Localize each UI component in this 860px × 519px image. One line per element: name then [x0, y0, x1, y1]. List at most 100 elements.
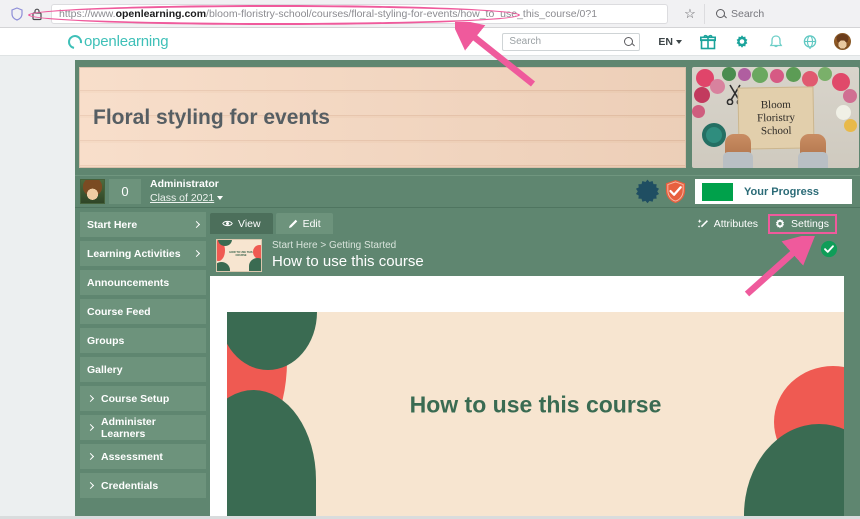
points-badge: 0 — [109, 179, 141, 204]
gift-icon[interactable] — [700, 34, 716, 50]
your-progress-button[interactable]: Your Progress — [695, 179, 852, 204]
sidebar-item-label: Course Setup — [101, 392, 170, 405]
attributes-button[interactable]: Attributes — [697, 214, 758, 234]
lock-icon — [32, 8, 42, 20]
search-placeholder: Search — [509, 36, 542, 47]
chevron-right-icon — [86, 481, 95, 490]
help-globe-icon[interactable] — [802, 34, 818, 50]
search-input[interactable]: Search — [502, 32, 641, 51]
sidebar-item-start-here[interactable]: Start Here — [80, 212, 206, 237]
page-title: How to use this course — [272, 252, 424, 270]
scrollbar-track[interactable] — [847, 276, 856, 519]
url-path: /bloom-floristry-school/courses/floral-s… — [206, 7, 580, 20]
thumbnail-text: HOW TO USE THIS COURSE — [229, 250, 253, 258]
settings-button[interactable]: Settings — [768, 214, 837, 234]
sidebar-item-credentials[interactable]: Credentials — [80, 473, 206, 498]
tab-view-label: View — [238, 217, 261, 230]
page-header-text: Start Here > Getting Started How to use … — [272, 239, 424, 272]
content-columns: Start Here Learning Activities Announcem… — [75, 208, 860, 519]
school-logo-image: Bloom Floristry School — [692, 67, 859, 168]
sidebar-item-course-feed[interactable]: Course Feed — [80, 299, 206, 324]
magic-wand-icon — [697, 219, 708, 228]
sidebar-item-label: Administer Learners — [101, 415, 156, 440]
star-badge-icon[interactable] — [635, 179, 660, 204]
sidebar-item-assessment[interactable]: Assessment — [80, 444, 206, 469]
tab-edit-label: Edit — [302, 217, 321, 230]
sleeve-left — [723, 152, 753, 168]
content-panel: How to use this course — [210, 276, 844, 519]
sidebar-item-label: Start Here — [87, 218, 138, 231]
scrollbar-strip[interactable] — [844, 276, 860, 519]
class-label: Class of 2021 — [150, 191, 215, 204]
url-bar[interactable]: https://www. openlearning.com/bloom-flori… — [51, 3, 668, 24]
sidebar-item-label: Assessment — [101, 450, 163, 463]
sidebar-item-label: Gallery — [87, 363, 123, 376]
ribbon-spool-icon — [702, 123, 726, 147]
chevron-down-icon — [676, 39, 682, 44]
search-icon — [716, 9, 725, 18]
course-title: Floral styling for events — [93, 105, 330, 129]
star-icon[interactable]: ☆ — [676, 6, 704, 22]
chevron-right-icon — [86, 394, 95, 403]
user-identity: Administrator Class of 2021 — [150, 178, 224, 205]
sidebar-item-groups[interactable]: Groups — [80, 328, 206, 353]
sidebar-item-gallery[interactable]: Gallery — [80, 357, 206, 382]
shield-check-icon[interactable] — [664, 179, 687, 204]
avatar[interactable] — [834, 33, 851, 50]
sidebar-item-administer-learners[interactable]: Administer Learners — [80, 415, 206, 440]
chevron-right-icon — [86, 452, 95, 461]
gear-icon — [775, 218, 785, 229]
avatar[interactable] — [80, 179, 105, 204]
user-role: Administrator — [150, 178, 219, 191]
attributes-label: Attributes — [713, 218, 759, 230]
school-name-line-1: Bloom — [760, 98, 791, 112]
user-bar: 0 Administrator Class of 2021 Your Progr… — [75, 175, 860, 208]
sidebar-item-label: Announcements — [87, 276, 170, 289]
search-icon — [624, 37, 634, 46]
sidebar-item-label: Course Feed — [87, 305, 151, 318]
page-area: Floral styling for events Bloom Floristr… — [0, 57, 860, 519]
url-suffix: 0?1 — [579, 7, 598, 20]
check-circle-icon[interactable] — [820, 240, 838, 258]
chevron-down-icon — [217, 196, 224, 201]
chevron-right-icon — [86, 423, 95, 432]
language-label: EN — [658, 35, 673, 48]
page-thumbnail: HOW TO USE THIS COURSE — [216, 238, 262, 272]
gear-icon[interactable] — [734, 34, 750, 50]
your-progress-label: Your Progress — [744, 185, 819, 198]
sidebar-item-learning-activities[interactable]: Learning Activities — [80, 241, 206, 266]
url-domain: openlearning.com — [115, 7, 207, 20]
sidebar-item-announcements[interactable]: Announcements — [80, 270, 206, 295]
settings-label: Settings — [791, 218, 829, 230]
sidebar-item-label: Credentials — [101, 479, 159, 492]
pencil-icon — [288, 219, 297, 228]
sidebar-item-course-setup[interactable]: Course Setup — [80, 386, 206, 411]
progress-swatch — [702, 182, 733, 201]
url-prefix: https://www. — [59, 7, 116, 20]
browser-search-placeholder: Search — [731, 7, 765, 20]
content-toolbar: View Edit Attributes Settings — [210, 208, 860, 234]
site-navbar: openlearning Search EN — [0, 28, 860, 56]
school-name-line-2: Floristry — [756, 111, 796, 125]
language-selector[interactable]: EN — [658, 36, 682, 48]
browser-chrome: https://www. openlearning.com/bloom-flori… — [0, 0, 860, 28]
tab-view[interactable]: View — [210, 213, 273, 234]
main-column: View Edit Attributes Settings HOW TO USE… — [210, 208, 860, 519]
class-selector[interactable]: Class of 2021 — [150, 191, 224, 205]
sleeve-right — [798, 152, 828, 168]
sidebar-item-label: Learning Activities — [87, 247, 181, 260]
shield-icon — [11, 6, 23, 21]
bell-icon[interactable] — [768, 34, 784, 50]
school-name-line-3: School — [760, 124, 792, 138]
browser-search-box[interactable]: Search — [704, 3, 854, 24]
slide-canvas: How to use this course — [227, 312, 844, 519]
eye-icon — [222, 220, 233, 227]
chevron-right-icon — [192, 249, 201, 258]
openlearning-logo[interactable]: openlearning — [65, 31, 169, 52]
logo-text: openlearning — [84, 33, 169, 50]
course-shell: Floral styling for events Bloom Floristr… — [75, 60, 860, 519]
course-banner: Floral styling for events — [79, 67, 686, 168]
breadcrumb[interactable]: Start Here > Getting Started — [272, 239, 424, 252]
tab-edit[interactable]: Edit — [275, 213, 333, 234]
slide-title: How to use this course — [409, 391, 662, 418]
